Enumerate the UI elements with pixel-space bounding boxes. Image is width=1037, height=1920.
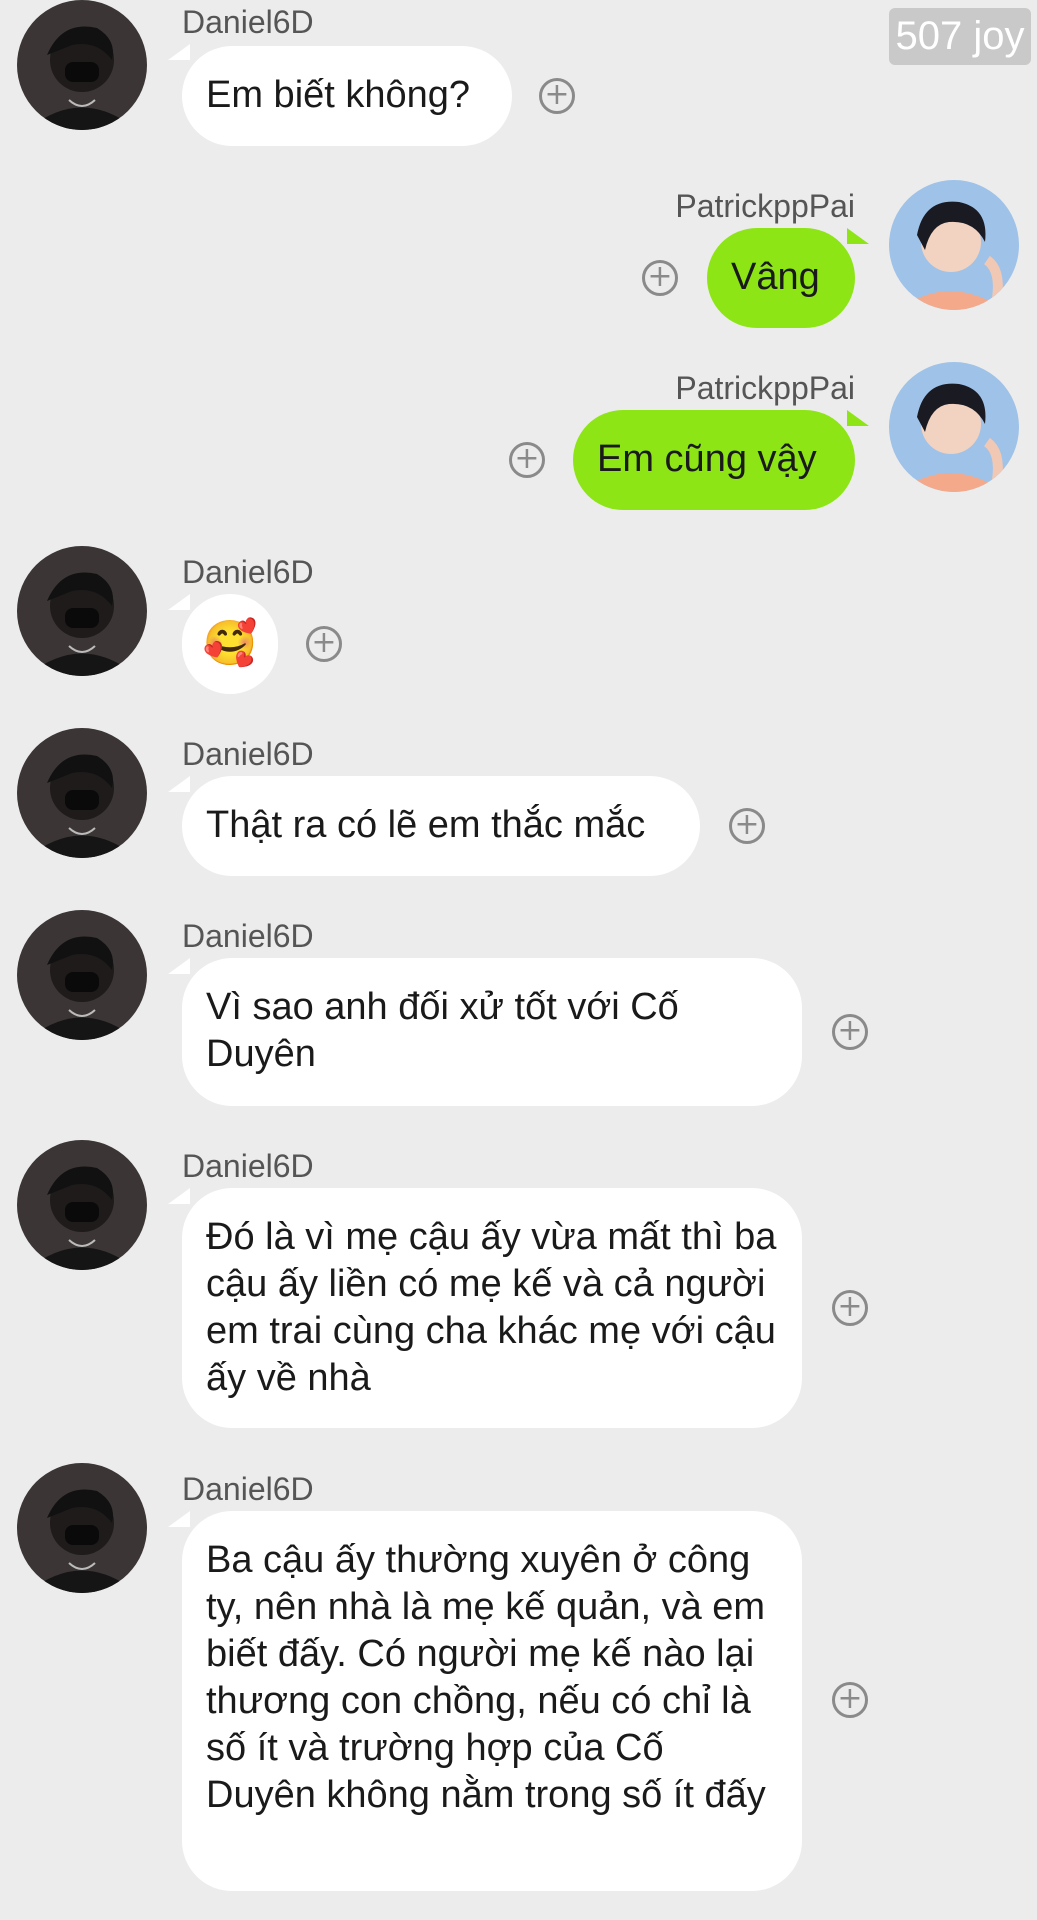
message-bubble[interactable]: Vâng	[707, 228, 855, 328]
bubble-tail	[168, 1188, 190, 1204]
bubble-tail	[168, 958, 190, 974]
avatar-daniel[interactable]	[17, 728, 147, 858]
avatar-daniel[interactable]	[17, 1140, 147, 1270]
add-reaction-icon[interactable]: +	[642, 260, 678, 296]
add-reaction-icon[interactable]: +	[832, 1014, 868, 1050]
message-bubble[interactable]: Ba cậu ấy thường xuyên ở công ty, nên nh…	[182, 1511, 802, 1891]
smiling-face-with-hearts-icon: 🥰	[202, 618, 258, 669]
message-bubble[interactable]: 🥰	[182, 594, 278, 694]
watermark: 507 joy	[889, 8, 1031, 65]
sender-name: Daniel6D	[182, 1148, 314, 1184]
sender-name: Daniel6D	[182, 4, 314, 40]
avatar-daniel[interactable]	[17, 0, 147, 130]
add-reaction-icon[interactable]: +	[306, 626, 342, 662]
bubble-tail	[168, 776, 190, 792]
message-bubble[interactable]: Thật ra có lẽ em thắc mắc	[182, 776, 700, 876]
bubble-tail	[847, 410, 869, 426]
add-reaction-icon[interactable]: +	[539, 78, 575, 114]
sender-name: Daniel6D	[182, 918, 314, 954]
message-bubble[interactable]: Em biết không?	[182, 46, 512, 146]
add-reaction-icon[interactable]: +	[509, 442, 545, 478]
sender-name: Daniel6D	[182, 554, 314, 590]
avatar-daniel[interactable]	[17, 546, 147, 676]
avatar-daniel[interactable]	[17, 1463, 147, 1593]
bubble-tail	[168, 594, 190, 610]
sender-name: PatrickppPai	[675, 370, 855, 406]
sender-name: Daniel6D	[182, 1471, 314, 1507]
avatar-patrick[interactable]	[889, 362, 1019, 492]
bubble-tail	[168, 44, 190, 60]
add-reaction-icon[interactable]: +	[832, 1682, 868, 1718]
add-reaction-icon[interactable]: +	[729, 808, 765, 844]
bubble-tail	[168, 1511, 190, 1527]
avatar-daniel[interactable]	[17, 910, 147, 1040]
sender-name: Daniel6D	[182, 736, 314, 772]
message-bubble[interactable]: Em cũng vậy	[573, 410, 855, 510]
message-bubble[interactable]: Vì sao anh đối xử tốt với Cố Duyên	[182, 958, 802, 1106]
message-bubble[interactable]: Đó là vì mẹ cậu ấy vừa mất thì ba cậu ấy…	[182, 1188, 802, 1428]
bubble-tail	[847, 228, 869, 244]
sender-name: PatrickppPai	[675, 188, 855, 224]
avatar-patrick[interactable]	[889, 180, 1019, 310]
add-reaction-icon[interactable]: +	[832, 1290, 868, 1326]
